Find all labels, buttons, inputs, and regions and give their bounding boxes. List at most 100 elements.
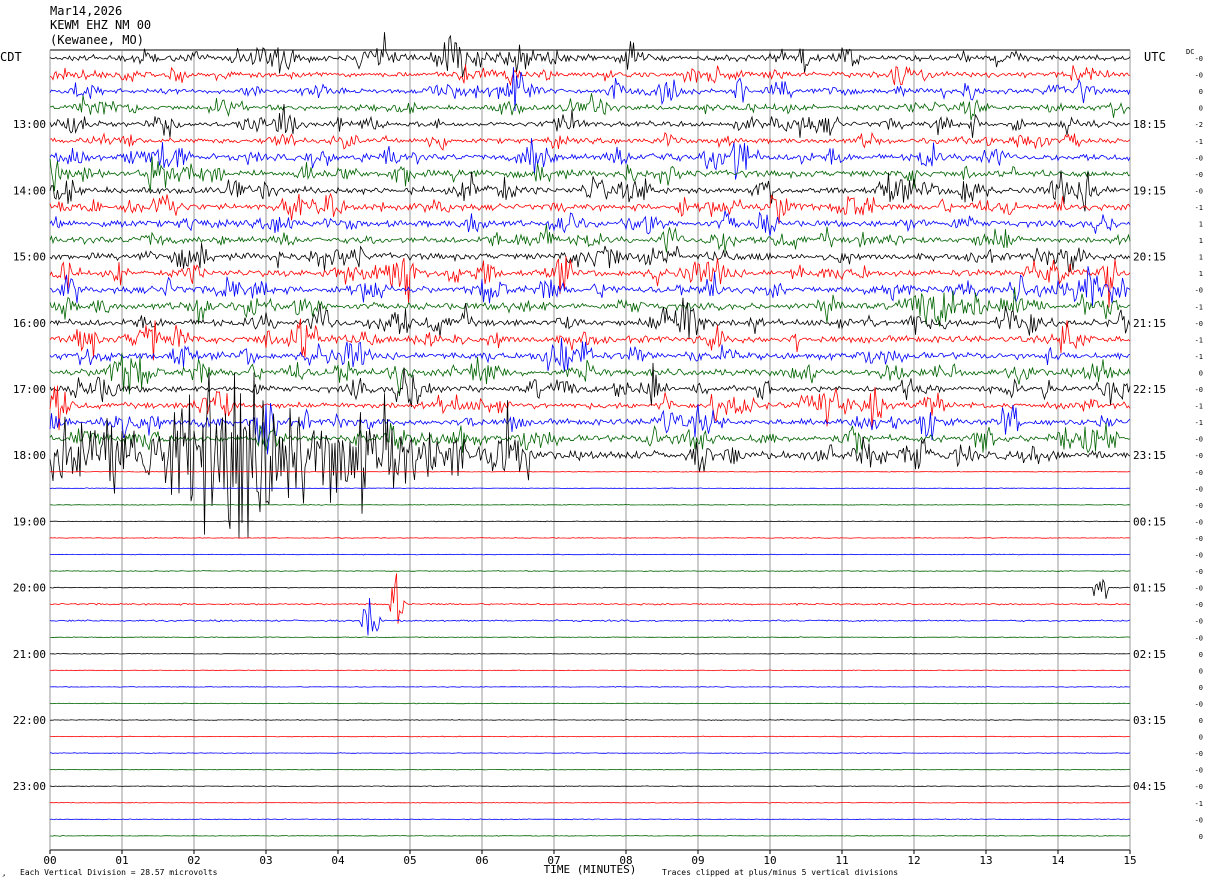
seismic-trace bbox=[49, 597, 1131, 636]
dc-offset-value: -0 bbox=[1195, 601, 1203, 609]
seismic-trace bbox=[50, 686, 1131, 688]
seismic-trace bbox=[49, 32, 1131, 78]
dc-offset-value: -0 bbox=[1195, 187, 1203, 195]
dc-offset-value: -1 bbox=[1195, 204, 1203, 212]
dc-offset-value: -0 bbox=[1195, 700, 1203, 708]
clip-note: Traces clipped at plus/minus 5 vertical … bbox=[662, 868, 898, 877]
dc-offset-value: 0 bbox=[1199, 369, 1203, 377]
dc-offset-value: -0 bbox=[1195, 767, 1203, 775]
left-hour-label: 18:00 bbox=[13, 449, 46, 462]
dc-offset-value: 0 bbox=[1199, 833, 1203, 841]
x-tick-label: 06 bbox=[475, 854, 488, 867]
right-hour-label: 04:15 bbox=[1133, 780, 1166, 793]
seismic-trace bbox=[49, 785, 1131, 788]
dc-offset-value: -0 bbox=[1195, 535, 1203, 543]
x-tick-label: 00 bbox=[43, 854, 56, 867]
dc-offset-value: -1 bbox=[1195, 353, 1203, 361]
seismic-trace bbox=[49, 470, 1131, 473]
dc-offset-value: -0 bbox=[1195, 634, 1203, 642]
left-hour-label: 22:00 bbox=[13, 714, 46, 727]
seismic-trace bbox=[49, 170, 1131, 212]
right-hour-label: 02:15 bbox=[1133, 648, 1166, 661]
seismic-trace bbox=[49, 287, 1131, 327]
dc-offset-value: -1 bbox=[1195, 138, 1203, 146]
seismic-trace bbox=[49, 318, 1131, 361]
left-hour-label: 21:00 bbox=[13, 648, 46, 661]
dc-offset-value: -0 bbox=[1195, 552, 1203, 560]
right-hour-label: 21:15 bbox=[1133, 317, 1166, 330]
dc-offset-value: 0 bbox=[1199, 717, 1203, 725]
dc-offset-value: -0 bbox=[1195, 154, 1203, 162]
dc-offset-value: 1 bbox=[1199, 254, 1203, 262]
dc-offset-value: -0 bbox=[1195, 452, 1203, 460]
seismic-trace bbox=[49, 818, 1131, 821]
right-hour-label: 22:15 bbox=[1133, 383, 1166, 396]
dc-offset-value: -0 bbox=[1195, 585, 1203, 593]
seismic-trace bbox=[50, 834, 1131, 837]
left-hour-label: 19:00 bbox=[13, 515, 46, 528]
seismic-trace bbox=[49, 702, 1131, 705]
dc-offset-value: 0 bbox=[1199, 651, 1203, 659]
dc-offset-value: 0 bbox=[1199, 667, 1203, 675]
right-hour-label: 03:15 bbox=[1133, 714, 1166, 727]
x-tick-label: 02 bbox=[187, 854, 200, 867]
seismic-trace bbox=[49, 64, 1131, 87]
dc-offset-value: 1 bbox=[1199, 221, 1203, 229]
seismic-trace bbox=[49, 570, 1131, 573]
right-hour-label: 20:15 bbox=[1133, 251, 1166, 264]
seismic-trace bbox=[49, 131, 1131, 151]
dc-offset-value: 0 bbox=[1199, 734, 1203, 742]
right-hour-label: 18:15 bbox=[1133, 118, 1166, 131]
seismic-trace bbox=[49, 573, 1131, 624]
seismic-trace bbox=[49, 402, 1131, 455]
dc-offset-value: -0 bbox=[1195, 783, 1203, 791]
seismic-trace bbox=[49, 669, 1130, 672]
seismic-trace bbox=[49, 768, 1131, 771]
x-tick-label: 01 bbox=[115, 854, 128, 867]
dc-offset-value: -0 bbox=[1195, 55, 1203, 63]
dc-offset-value: -0 bbox=[1195, 568, 1203, 576]
left-hour-label: 23:00 bbox=[13, 780, 46, 793]
seismic-trace bbox=[49, 192, 1131, 225]
x-tick-label: 13 bbox=[979, 854, 992, 867]
dc-offset-value: -0 bbox=[1195, 502, 1203, 510]
dc-offset-value: -0 bbox=[1195, 750, 1203, 758]
x-axis-title: TIME (MINUTES) bbox=[544, 863, 637, 876]
x-tick-label: 05 bbox=[403, 854, 416, 867]
seismic-trace bbox=[50, 801, 1131, 804]
x-tick-label: 14 bbox=[1051, 854, 1065, 867]
dc-offset-value: -1 bbox=[1195, 403, 1203, 411]
dc-offset-value: 1 bbox=[1199, 237, 1203, 245]
scale-note: Each Vertical Division = 28.57 microvolt… bbox=[20, 868, 218, 877]
seismic-trace bbox=[50, 93, 1131, 121]
left-hour-label: 20:00 bbox=[13, 582, 46, 595]
right-hour-label: 00:15 bbox=[1133, 515, 1166, 528]
left-hour-label: 15:00 bbox=[13, 251, 46, 264]
dc-offset-value: -1 bbox=[1195, 419, 1203, 427]
x-tick-label: 04 bbox=[331, 854, 345, 867]
dc-offset-value: -1 bbox=[1195, 303, 1203, 311]
left-hour-label: 13:00 bbox=[13, 118, 46, 131]
seismic-trace bbox=[49, 487, 1131, 490]
seismic-trace bbox=[49, 719, 1131, 721]
dc-offset-value: -0 bbox=[1195, 287, 1203, 295]
seismic-trace bbox=[49, 156, 1131, 192]
dc-offset-value: 0 bbox=[1199, 88, 1203, 96]
dc-offset-value: -0 bbox=[1195, 171, 1203, 179]
seismic-trace bbox=[49, 103, 1131, 138]
x-tick-label: 03 bbox=[259, 854, 272, 867]
dc-offset-value: -0 bbox=[1195, 618, 1203, 626]
dc-offset-value: -1 bbox=[1195, 800, 1203, 808]
corner-mark: ↗ bbox=[2, 872, 6, 879]
helicorder-plot: 13:00 14:00 15:00 16:00 17:00 18:00 19:00 20:00… bbox=[2, 32, 1203, 879]
x-tick-label: 09 bbox=[691, 854, 704, 867]
x-tick-label: 12 bbox=[907, 854, 920, 867]
seismic-trace bbox=[49, 553, 1130, 556]
dc-offset-value: -0 bbox=[1195, 386, 1203, 394]
left-hour-label: 14:00 bbox=[13, 184, 46, 197]
seismic-trace bbox=[49, 337, 1131, 372]
dc-offset-value: -0 bbox=[1195, 816, 1203, 824]
seismic-trace bbox=[50, 520, 1131, 523]
x-tick-label: 10 bbox=[763, 854, 776, 867]
seismic-trace bbox=[49, 423, 1131, 454]
